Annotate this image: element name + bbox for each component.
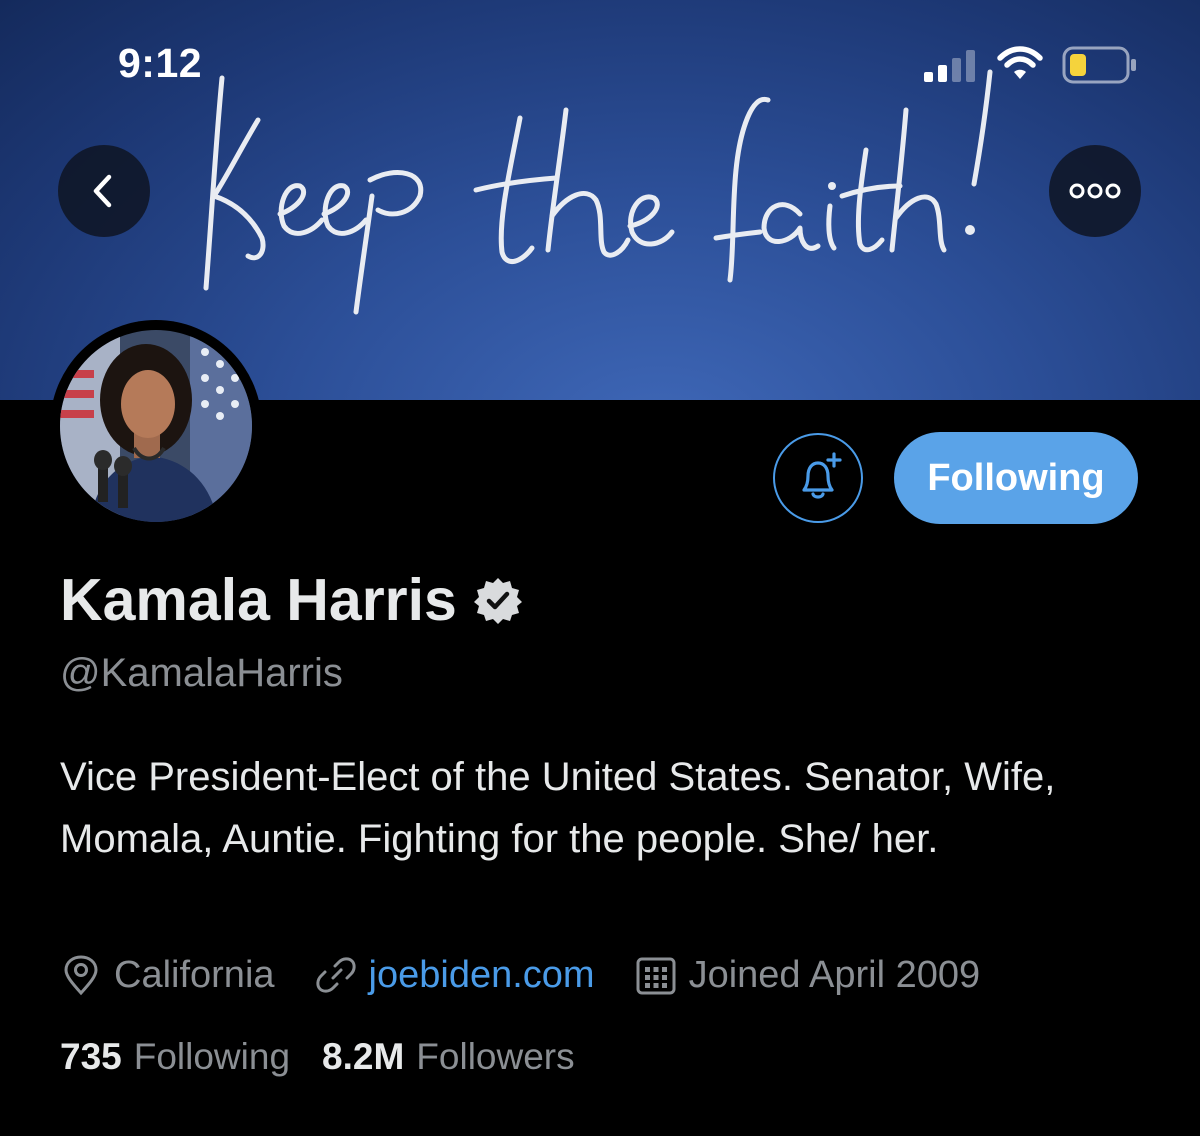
- avatar-photo: [60, 330, 252, 522]
- cellular-signal-icon: [924, 50, 975, 82]
- location-text: California: [114, 953, 275, 996]
- more-options-button[interactable]: [1049, 145, 1141, 237]
- profile-meta: California joebiden.com Joined April 200…: [60, 950, 980, 1000]
- followers-stat[interactable]: 8.2M Followers: [322, 1036, 575, 1078]
- profile-stats: 735 Following 8.2M Followers: [60, 1036, 575, 1078]
- following-stat[interactable]: 735 Following: [60, 1036, 290, 1078]
- location-pin-icon: [64, 955, 98, 996]
- following-button[interactable]: Following: [894, 432, 1138, 524]
- calendar-icon: [636, 957, 676, 995]
- joined-text: Joined April 2009: [688, 953, 981, 996]
- followers-label: Followers: [416, 1036, 575, 1077]
- location-item: California: [60, 954, 275, 997]
- website-link[interactable]: joebiden.com: [369, 954, 595, 997]
- profile-bio: Vice President-Elect of the United State…: [60, 755, 1056, 861]
- status-bar-time: 9:12: [118, 40, 203, 86]
- back-button[interactable]: [58, 145, 150, 237]
- verified-badge-icon: [473, 575, 523, 625]
- display-name: Kamala Harris: [60, 566, 523, 634]
- profile-handle: @KamalaHarris: [60, 651, 343, 695]
- followers-count: 8.2M: [322, 1036, 405, 1077]
- website-item[interactable]: joebiden.com: [315, 954, 595, 997]
- following-label: Following: [133, 1036, 291, 1077]
- bell-plus-icon: [802, 452, 842, 499]
- profile-avatar[interactable]: [50, 320, 262, 532]
- ellipsis-icon: [1069, 183, 1121, 199]
- chevron-left-icon: [93, 174, 112, 208]
- joined-item: Joined April 2009: [635, 953, 981, 997]
- notifications-button[interactable]: [773, 433, 863, 523]
- display-name-text: Kamala Harris: [60, 567, 457, 633]
- following-count: 735: [60, 1036, 122, 1077]
- link-icon: [315, 957, 356, 993]
- battery-icon: [1062, 46, 1136, 84]
- wifi-icon: [997, 46, 1043, 79]
